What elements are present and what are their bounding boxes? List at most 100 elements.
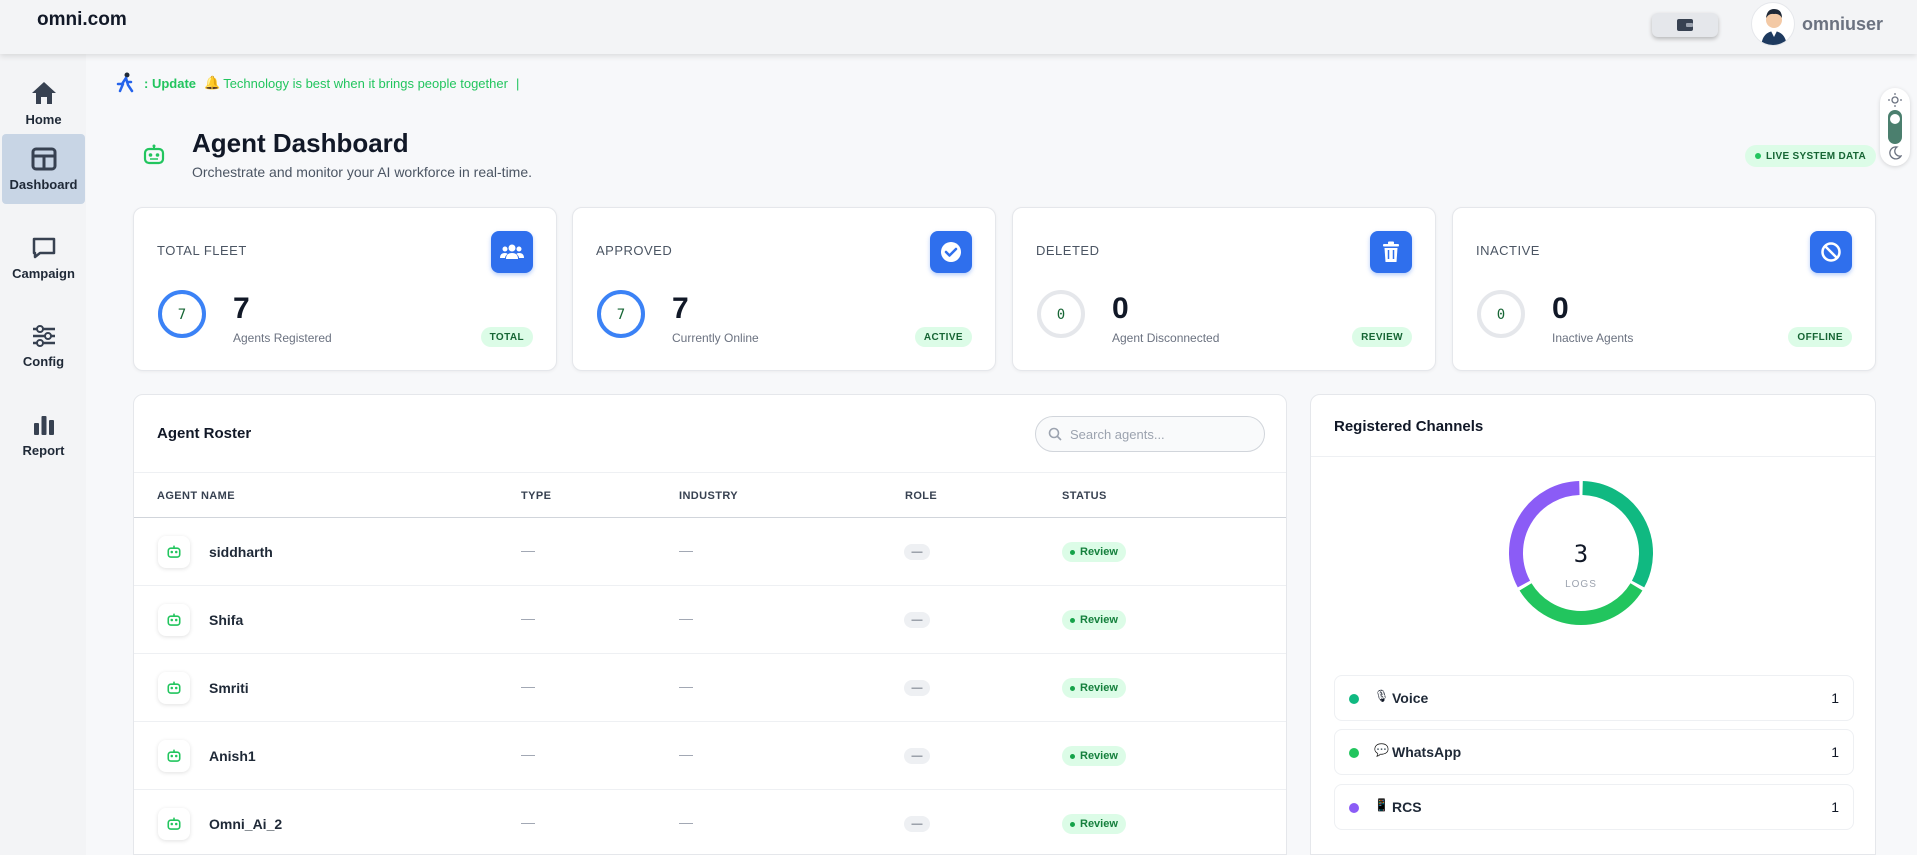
table-row[interactable]: Anish1 — — — Review <box>134 722 1286 790</box>
moon-icon <box>1889 146 1902 160</box>
agent-avatar <box>158 740 190 772</box>
status-label: Review <box>1080 682 1118 694</box>
donut-total-label: LOGS <box>1565 579 1597 590</box>
robot-icon <box>142 144 166 171</box>
channel-item-whatsapp[interactable]: 💬 WhatsApp 1 <box>1334 729 1854 775</box>
update-ticker: : Update 🔔 Technology is best when it br… <box>114 72 519 94</box>
column-header-status[interactable]: STATUS <box>1062 490 1107 502</box>
agent-role: — <box>904 612 930 628</box>
channel-color-dot <box>1349 694 1359 704</box>
stat-card-total-fleet: TOTAL FLEET 7 7 Agents Registered TOTAL <box>133 207 557 371</box>
toggle-knob[interactable] <box>1890 114 1900 124</box>
agent-role: — <box>904 816 930 832</box>
agent-name[interactable]: Shifa <box>209 612 243 628</box>
stat-card-approved: APPROVED 7 7 Currently Online ACTIVE <box>572 207 996 371</box>
live-badge-label: LIVE SYSTEM DATA <box>1766 150 1866 162</box>
sidebar-item-config[interactable]: Config <box>2 311 85 381</box>
ticker-prefix: : Update <box>144 75 196 91</box>
column-header-role[interactable]: ROLE <box>905 490 937 502</box>
channel-count: 1 <box>1831 690 1839 706</box>
sidebar-item-label: Dashboard <box>9 176 78 192</box>
check-icon-button[interactable] <box>930 231 972 273</box>
stat-value: 0 <box>1112 292 1129 325</box>
stat-description: Inactive Agents <box>1552 331 1634 345</box>
sidebar-item-campaign[interactable]: Campaign <box>2 223 85 293</box>
wallet-button[interactable] <box>1652 13 1718 37</box>
table-row[interactable]: siddharth — — — Review <box>134 518 1286 586</box>
sidebar-item-home[interactable]: Home <box>2 68 85 138</box>
ring-value: 0 <box>1057 307 1065 323</box>
status-badge: Review <box>1062 542 1126 562</box>
registered-channels-panel: Registered Channels 3 LOGS 🎙 Voice 1 💬 W… <box>1310 394 1876 855</box>
check-circle-icon <box>941 242 961 262</box>
column-header-type[interactable]: TYPE <box>521 490 551 502</box>
progress-ring: 0 <box>1037 290 1085 338</box>
trash-icon-button[interactable] <box>1370 231 1412 273</box>
column-header-agent-name[interactable]: AGENT NAME <box>157 490 235 502</box>
channel-color-dot <box>1349 803 1359 813</box>
roster-title: Agent Roster <box>157 425 252 442</box>
status-label: Review <box>1080 750 1118 762</box>
bell-icon: 🔔 <box>204 75 221 90</box>
ring-value: 7 <box>617 307 625 323</box>
agent-industry: — <box>679 746 693 762</box>
agent-industry: — <box>679 542 693 558</box>
users-icon <box>500 244 524 259</box>
donut-segment-rcs[interactable] <box>1509 481 1580 588</box>
donut-total: 3 <box>1573 540 1589 568</box>
status-label: Review <box>1080 818 1118 830</box>
channel-name: WhatsApp <box>1392 744 1462 760</box>
sidebar-item-label: Campaign <box>12 265 75 281</box>
agent-role: — <box>904 680 930 696</box>
live-status-badge: LIVE SYSTEM DATA <box>1745 145 1876 167</box>
stat-label: INACTIVE <box>1476 243 1540 258</box>
avatar[interactable] <box>1751 2 1795 46</box>
robot-icon <box>167 681 181 694</box>
username[interactable]: omniuser <box>1802 14 1883 35</box>
search-field[interactable]: Search agents... <box>1035 416 1265 452</box>
column-header-industry[interactable]: INDUSTRY <box>679 490 738 502</box>
donut-segment-voice[interactable] <box>1582 481 1653 588</box>
sidebar-item-dashboard[interactable]: Dashboard <box>2 134 85 204</box>
robot-icon <box>167 817 181 830</box>
page-subtitle: Orchestrate and monitor your AI workforc… <box>192 164 533 180</box>
status-dot <box>1755 153 1761 159</box>
sidebar-item-label: Home <box>25 111 62 127</box>
users-icon-button[interactable] <box>491 231 533 273</box>
channel-item-rcs[interactable]: 📱 RCS 1 <box>1334 784 1854 830</box>
donut-segment-whatsapp[interactable] <box>1519 583 1643 625</box>
agent-industry: — <box>679 678 693 694</box>
sidebar-item-report[interactable]: Report <box>2 400 85 470</box>
stat-description: Agents Registered <box>233 331 332 345</box>
brand-logo[interactable]: omni.com <box>37 9 127 31</box>
status-badge: Review <box>1062 814 1126 834</box>
table-row[interactable]: Smriti — — — Review <box>134 654 1286 722</box>
channels-title: Registered Channels <box>1334 418 1484 435</box>
search-input[interactable]: Search agents... <box>1070 427 1165 442</box>
table-row[interactable]: Shifa — — — Review <box>134 586 1286 654</box>
agent-type: — <box>521 814 535 830</box>
stat-label: TOTAL FLEET <box>157 243 247 258</box>
agent-avatar <box>158 808 190 840</box>
table-row[interactable]: Omni_Ai_2 — — — Review <box>134 790 1286 854</box>
stat-card-deleted: DELETED 0 0 Agent Disconnected REVIEW <box>1012 207 1436 371</box>
agent-role: — <box>904 544 930 560</box>
agent-name[interactable]: Omni_Ai_2 <box>209 816 282 832</box>
agent-name[interactable]: siddharth <box>209 544 273 560</box>
agent-name[interactable]: Anish1 <box>209 748 256 764</box>
agent-avatar <box>158 604 190 636</box>
stat-card-inactive: INACTIVE 0 0 Inactive Agents OFFLINE <box>1452 207 1876 371</box>
ban-icon-button[interactable] <box>1810 231 1852 273</box>
channel-count: 1 <box>1831 744 1839 760</box>
ring-value: 0 <box>1497 307 1505 323</box>
sun-icon <box>1888 93 1902 107</box>
agent-role: — <box>904 748 930 764</box>
wallet-icon <box>1677 19 1693 31</box>
agent-name[interactable]: Smriti <box>209 680 249 696</box>
agent-type: — <box>521 678 535 694</box>
theme-toggle[interactable] <box>1880 88 1910 166</box>
status-label: Review <box>1080 546 1118 558</box>
ban-icon <box>1821 242 1841 262</box>
channel-item-voice[interactable]: 🎙 Voice 1 <box>1334 675 1854 721</box>
stat-label: APPROVED <box>596 243 673 258</box>
